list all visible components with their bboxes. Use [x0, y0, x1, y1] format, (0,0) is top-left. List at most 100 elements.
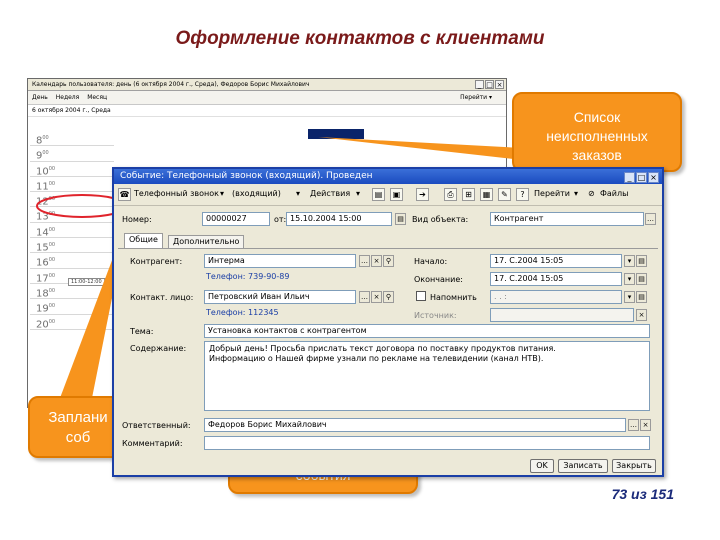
calendar-hour[interactable]: 2000	[30, 315, 114, 330]
files-icon[interactable]: ⊘	[588, 189, 595, 198]
calendar-hours: 800 900 1000 1100 1200 1300 1400 1500 16…	[30, 131, 114, 330]
object-type-field[interactable]: Контрагент	[490, 212, 644, 226]
select-button[interactable]: …	[628, 419, 639, 431]
minimize-icon[interactable]: _	[624, 172, 635, 183]
date-field[interactable]: 15.10.2004 15:00	[286, 212, 392, 226]
calendar-hour[interactable]: 1200	[30, 192, 114, 208]
search-icon[interactable]: ⚲	[383, 255, 394, 267]
topic-label: Тема:	[130, 327, 154, 336]
from-label: от:	[274, 215, 287, 224]
event-dialog-toolbar: ☎ Телефонный звонок ▾ (входящий) ▾ Дейст…	[114, 184, 662, 206]
callout-unfulfilled-orders: Список неисполненных заказов	[512, 92, 682, 172]
responsible-label: Ответственный:	[122, 421, 191, 430]
report-icon[interactable]: ▦	[480, 188, 493, 201]
calendar-go-button[interactable]: Перейти ▾	[460, 91, 492, 105]
remind-checkbox[interactable]	[416, 291, 426, 301]
topic-field[interactable]: Установка контактов с контрагентом	[204, 324, 650, 338]
calendar-hour[interactable]: 1600	[30, 253, 114, 269]
go-menu[interactable]: Перейти	[534, 189, 570, 198]
number-field[interactable]: 00000027	[202, 212, 270, 226]
calendar-hour[interactable]: 800	[30, 131, 114, 146]
counterparty-field[interactable]: Интерма	[204, 254, 356, 268]
calendar-toolbar: День Неделя Месяц Перейти ▾	[28, 91, 506, 105]
calendar-week-button[interactable]: Неделя	[56, 94, 80, 101]
calendar-icon[interactable]: ▤	[636, 273, 647, 285]
page-number: 73 из 151	[611, 486, 674, 502]
close-icon[interactable]: ×	[495, 80, 504, 89]
calendar-hour[interactable]: 900	[30, 146, 114, 162]
minimize-icon[interactable]: _	[475, 80, 484, 89]
close-button[interactable]: Закрыть	[612, 459, 656, 473]
calendar-hour[interactable]: 1500	[30, 238, 114, 253]
clear-icon[interactable]: ×	[636, 309, 647, 321]
counterparty-label: Контрагент:	[130, 257, 183, 266]
maximize-icon[interactable]: □	[636, 172, 647, 183]
event-dialog: Событие: Телефонный звонок (входящий). П…	[112, 167, 664, 477]
remind-label: Напомнить	[430, 293, 477, 302]
event-type-dropdown[interactable]: Телефонный звонок	[134, 189, 219, 198]
chevron-down-icon[interactable]: ▾	[296, 189, 300, 198]
tab-divider	[118, 248, 658, 249]
select-button[interactable]: …	[645, 213, 656, 225]
calendar-hour[interactable]: 1300	[30, 207, 114, 223]
calendar-hour[interactable]: 1400	[30, 223, 114, 238]
help-icon[interactable]: ?	[516, 188, 529, 201]
contact-phone: Телефон: 112345	[206, 308, 279, 317]
files-menu[interactable]: Файлы	[600, 189, 628, 198]
maximize-icon[interactable]: □	[485, 80, 494, 89]
content-label: Содержание:	[130, 344, 187, 353]
comment-field[interactable]	[204, 436, 650, 450]
calendar-month-button[interactable]: Месяц	[87, 94, 107, 101]
chevron-down-icon[interactable]: ▾	[624, 291, 635, 303]
comment-label: Комментарий:	[122, 439, 183, 448]
source-field[interactable]	[490, 308, 634, 322]
attachment-icon[interactable]: ✎	[498, 188, 511, 201]
clear-icon[interactable]: ×	[371, 291, 382, 303]
source-label: Источник:	[414, 311, 457, 320]
chevron-down-icon[interactable]: ▾	[624, 255, 635, 267]
clear-icon[interactable]: ×	[640, 419, 651, 431]
structure-icon[interactable]: ⊞	[462, 188, 475, 201]
chevron-down-icon[interactable]: ▾	[574, 189, 578, 198]
select-button[interactable]: …	[359, 291, 370, 303]
calendar-window-controls: _ □ ×	[474, 80, 504, 90]
document-icon[interactable]: ▤	[372, 188, 385, 201]
end-field[interactable]: 17. С.2004 15:05	[490, 272, 622, 286]
actions-menu[interactable]: Действия	[310, 189, 350, 198]
arrow-right-icon[interactable]: ➔	[416, 188, 429, 201]
calendar-day-button[interactable]: День	[32, 94, 48, 101]
search-icon[interactable]: ⚲	[383, 291, 394, 303]
save-icon[interactable]: ▣	[390, 188, 403, 201]
chevron-down-icon[interactable]: ▾	[356, 189, 360, 198]
calendar-window-title: Календарь пользователя: день (6 октября …	[28, 79, 506, 91]
calendar-hour[interactable]: 1800	[30, 284, 114, 299]
calendar-hour[interactable]: 1900	[30, 299, 114, 315]
clear-icon[interactable]: ×	[371, 255, 382, 267]
event-direction-dropdown[interactable]: (входящий)	[232, 189, 281, 198]
ok-button[interactable]: OK	[530, 459, 554, 473]
save-button[interactable]: Записать	[558, 459, 608, 473]
start-field[interactable]: 17. С.2004 15:05	[490, 254, 622, 268]
tab-additional[interactable]: Дополнительно	[168, 235, 245, 248]
calendar-hour[interactable]: 1000	[30, 162, 114, 177]
calendar-task-header	[206, 129, 502, 139]
event-dialog-title: Событие: Телефонный звонок (входящий). П…	[114, 169, 662, 184]
close-icon[interactable]: ×	[648, 172, 659, 183]
content-textarea[interactable]: Добрый день! Просьба прислать текст дого…	[204, 341, 650, 411]
counterparty-phone: Телефон: 739-90-89	[206, 272, 290, 281]
calendar-hour[interactable]: 1100	[30, 177, 114, 192]
select-button[interactable]: …	[359, 255, 370, 267]
contact-person-field[interactable]: Петровский Иван Ильич	[204, 290, 356, 304]
tab-general[interactable]: Общие	[124, 233, 163, 248]
start-label: Начало:	[414, 257, 448, 266]
chevron-down-icon[interactable]: ▾	[220, 189, 224, 198]
calendar-icon[interactable]: ▤	[395, 213, 406, 225]
chevron-down-icon[interactable]: ▾	[624, 273, 635, 285]
calendar-icon[interactable]: ▤	[636, 291, 647, 303]
remind-field[interactable]: . . :	[490, 290, 622, 304]
calendar-icon[interactable]: ▤	[636, 255, 647, 267]
number-label: Номер:	[122, 215, 152, 224]
print-icon[interactable]: ⎙	[444, 188, 457, 201]
end-label: Окончание:	[414, 275, 463, 284]
responsible-field[interactable]: Федоров Борис Михайлович	[204, 418, 626, 432]
